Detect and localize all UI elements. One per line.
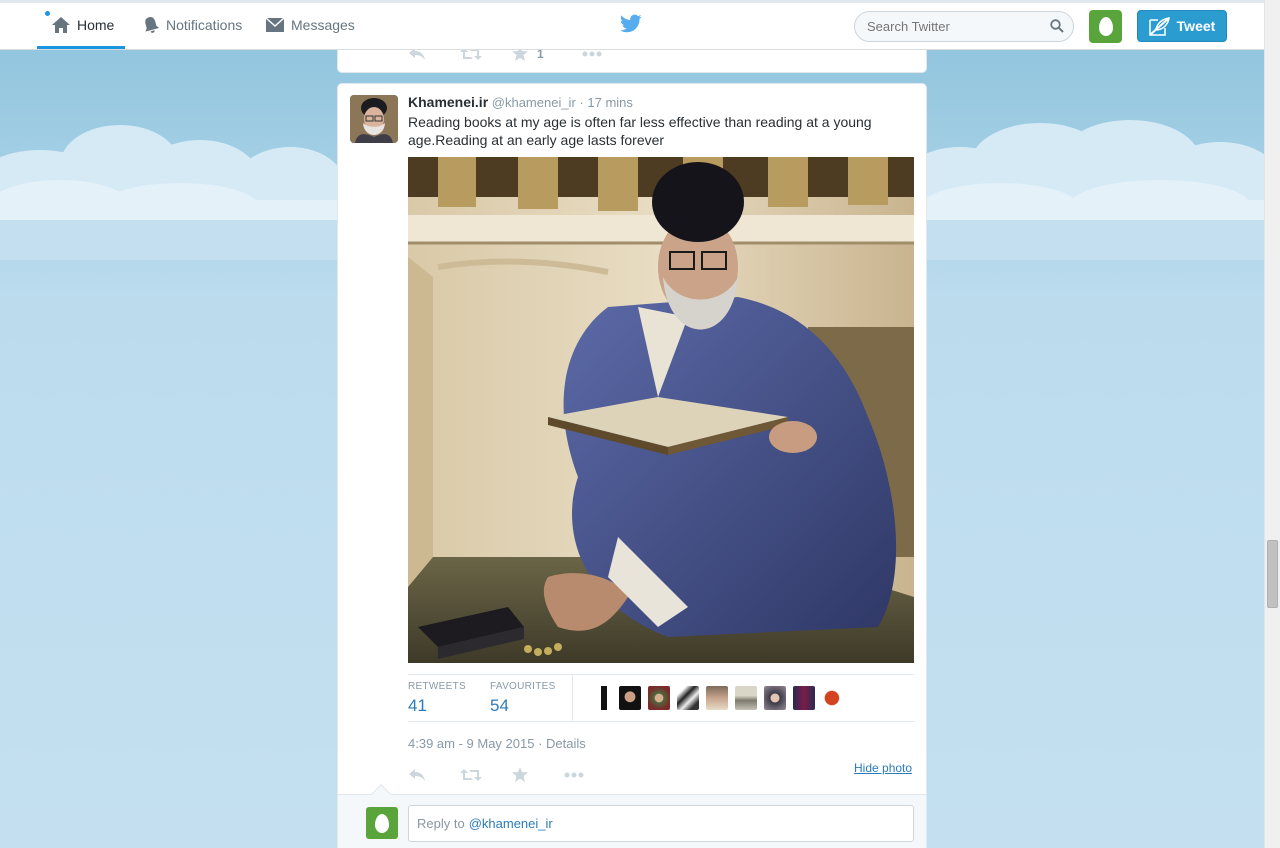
favouriter-avatar[interactable] — [764, 686, 786, 710]
nav-notifications-label: Notifications — [166, 16, 243, 33]
author-handle[interactable]: @khamenei_ir — [492, 95, 576, 110]
bell-icon — [145, 16, 160, 33]
nav-home-label: Home — [77, 16, 115, 33]
favouriter-avatar[interactable] — [648, 686, 670, 710]
search-input[interactable] — [854, 11, 1074, 42]
nav-notifications[interactable]: Notifications — [142, 0, 242, 49]
favouriter-avatar[interactable] — [706, 686, 728, 710]
tweet-timestamp[interactable]: 4:39 am - 9 May 2015 — [408, 736, 534, 751]
favouriter-avatar[interactable] — [793, 686, 815, 710]
tweet-actions — [408, 767, 584, 782]
more-action[interactable] — [582, 51, 602, 57]
expanded-tweet-card: Khamenei.ir @khamenei_ir · 17 mins Readi… — [337, 83, 927, 848]
tweet-time-ago[interactable]: 17 mins — [587, 95, 633, 110]
home-icon — [52, 16, 70, 33]
more-icon — [582, 51, 602, 56]
author-avatar[interactable] — [350, 95, 398, 143]
favouriter-avatar[interactable] — [596, 686, 612, 710]
reply-user-avatar — [366, 807, 398, 839]
favouriter-avatar[interactable] — [822, 686, 844, 710]
author-portrait-image — [350, 95, 398, 143]
user-avatar-menu[interactable] — [1089, 10, 1122, 43]
reply-input[interactable]: Reply to @khamenei_ir — [408, 805, 914, 842]
window-scrollbar[interactable] — [1264, 0, 1280, 848]
retweet-icon — [460, 768, 482, 781]
tweet-button-label: Tweet — [1176, 18, 1216, 34]
reply-prefix: Reply to — [417, 816, 465, 831]
tweet-stats: RETWEETS 41 FAVOURITES 54 — [408, 674, 914, 722]
nav-messages-label: Messages — [291, 16, 355, 33]
tweet-header: Khamenei.ir @khamenei_ir · 17 mins — [408, 94, 633, 110]
favourite-action[interactable] — [512, 767, 564, 782]
active-tab-indicator — [37, 46, 125, 49]
envelope-icon — [265, 16, 285, 32]
more-action[interactable] — [564, 772, 584, 778]
nav-messages[interactable]: Messages — [265, 0, 355, 49]
retweets-stat[interactable]: RETWEETS 41 — [408, 681, 466, 716]
author-name[interactable]: Khamenei.ir — [408, 94, 488, 110]
tweet-text: Reading books at my age is often far les… — [408, 114, 872, 148]
nav-home[interactable]: Home — [37, 0, 125, 49]
reply-icon — [409, 768, 425, 781]
scrollbar-thumb[interactable] — [1267, 540, 1278, 608]
favouriter-avatar[interactable] — [735, 686, 757, 710]
reply-action[interactable] — [408, 768, 460, 782]
header-separator: · — [579, 95, 584, 110]
new-tweets-indicator — [45, 11, 50, 16]
reply-mention: @khamenei_ir — [468, 816, 553, 831]
compose-quill-icon — [1148, 17, 1170, 36]
tweet-photo[interactable] — [408, 157, 914, 663]
tweet-photo-image — [408, 157, 914, 663]
top-navigation-bar: Home Notifications Messages Tweet — [0, 0, 1264, 50]
favouriter-avatar[interactable] — [619, 686, 641, 710]
favouriter-avatar[interactable] — [677, 686, 699, 710]
egg-avatar-icon — [375, 813, 389, 833]
more-icon — [564, 772, 584, 777]
retweet-action[interactable] — [460, 768, 512, 782]
favouriters-avatar-list — [592, 686, 851, 710]
reply-box: Reply to @khamenei_ir — [338, 794, 926, 848]
search-icon[interactable] — [1050, 19, 1064, 33]
stats-divider — [572, 675, 573, 721]
egg-avatar-icon — [1098, 17, 1113, 36]
hide-photo-link[interactable]: Hide photo — [854, 761, 912, 775]
timestamp-separator: · — [534, 736, 547, 751]
twitter-bird-icon[interactable] — [620, 14, 642, 34]
details-link[interactable]: Details — [546, 736, 586, 751]
tweet-timestamp-line: 4:39 am - 9 May 2015 · Details — [408, 736, 586, 751]
compose-tweet-button[interactable]: Tweet — [1137, 10, 1227, 42]
favourites-label: FAVOURITES — [490, 681, 556, 692]
favourites-count: 54 — [490, 696, 509, 715]
favourites-stat[interactable]: FAVOURITES 54 — [490, 681, 556, 716]
retweets-label: RETWEETS — [408, 681, 466, 692]
star-icon — [512, 767, 528, 782]
retweets-count: 41 — [408, 696, 427, 715]
